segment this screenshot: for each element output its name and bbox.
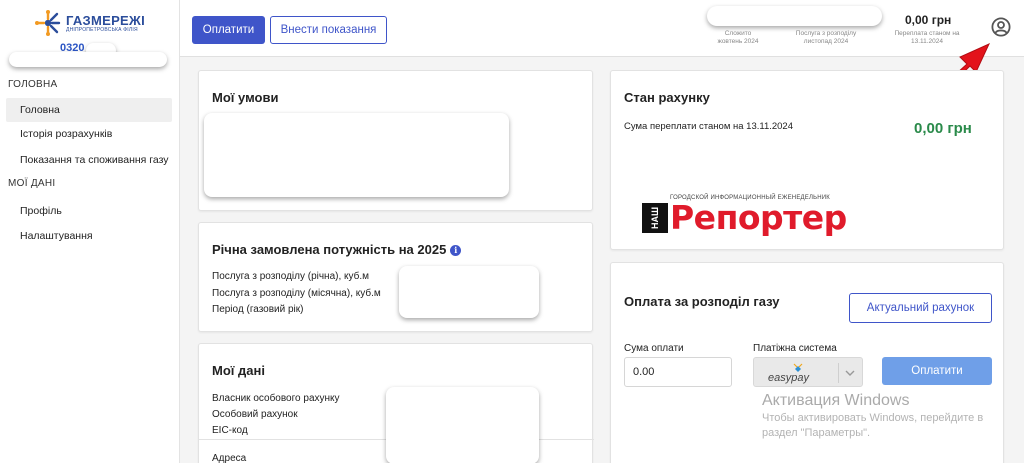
my-data-row: ЕІС-код — [212, 425, 248, 436]
annual-capacity-row: Послуга з розподілу (річна), куб.м — [212, 271, 370, 282]
summary-redaction — [707, 6, 882, 26]
annual-capacity-row: Період (газовий рік) — [212, 304, 304, 315]
sidebar-item-settings[interactable]: Налаштування — [6, 224, 172, 248]
overpayment-amount: 0,00 грн — [905, 13, 952, 27]
payment-system-label: Платіжна система — [753, 343, 837, 354]
my-data-title: Мої дані — [212, 363, 265, 378]
chevron-down-icon — [845, 370, 855, 376]
my-data-row: Власник особового рахунку — [212, 393, 340, 404]
payment-system-select[interactable]: easypay — [753, 357, 863, 387]
overpayment-label: Сума переплати станом на 13.11.2024 — [624, 121, 794, 132]
sidebar-item-meter-readings[interactable]: Показання та споживання газу — [6, 148, 172, 172]
my-data-row: Особовий рахунок — [212, 409, 298, 420]
stat-paid: Сложито жовтень 2024 — [717, 30, 759, 45]
submit-readings-button[interactable]: Внести показання — [270, 16, 387, 44]
sidebar-item-payment-history[interactable]: Історія розрахунків — [6, 122, 172, 146]
my-data-row: Адреса — [212, 453, 247, 463]
select-divider — [838, 363, 839, 383]
gas-network-logo-icon — [35, 10, 61, 36]
my-terms-card: Мої умови — [198, 70, 593, 211]
windows-activation-title: Активация Windows — [762, 392, 910, 409]
annual-capacity-redaction — [399, 266, 539, 318]
sidebar-section-my-data: МОЇ ДАНІ — [8, 178, 56, 189]
annual-capacity-card: Річна замовлена потужність на 2025 i Посл… — [198, 222, 593, 332]
amount-input[interactable]: 0.00 — [624, 357, 732, 387]
easypay-logo-icon: easypay — [768, 363, 810, 384]
reporter-ad-nash: НАШ — [642, 203, 668, 233]
sidebar-section-main: ГОЛОВНА — [8, 79, 58, 90]
my-terms-redaction — [204, 113, 509, 197]
my-data-card: Мої дані Власник особового рахунку Особо… — [198, 343, 594, 463]
account-name-redaction — [9, 52, 167, 67]
sidebar: ГАЗМЕРЕЖІ ДНІПРОПЕТРОВСЬКА ФІЛІЯ 0320 ГО… — [0, 0, 180, 463]
reporter-ad-title: Репортер — [670, 198, 847, 237]
stat-distribution: Послуга з розподілу листопад 2024 — [795, 30, 857, 45]
annual-capacity-row: Послуга з розподілу (місячна), куб.м — [212, 288, 381, 299]
sidebar-item-home[interactable]: Головна — [6, 98, 172, 122]
brand-subtitle: ДНІПРОПЕТРОВСЬКА ФІЛІЯ — [66, 27, 138, 33]
annual-capacity-title: Річна замовлена потужність на 2025 i — [212, 242, 462, 257]
reporter-ad-logo: ГОРОДСКОЙ ИНФОРМАЦИОННЫЙ ЕЖЕНЕДЕЛЬНИК НА… — [642, 195, 862, 243]
sidebar-item-profile[interactable]: Профіль — [6, 199, 172, 223]
easypay-logo-text: easypay — [768, 372, 810, 384]
current-invoice-button[interactable]: Актуальний рахунок — [849, 293, 992, 323]
amount-label: Сума оплати — [624, 343, 684, 354]
windows-activation-text: Чтобы активировать Windows, перейдите в … — [762, 412, 984, 439]
pay-button[interactable]: Оплатити — [192, 16, 265, 44]
brand-logo[interactable]: ГАЗМЕРЕЖІ ДНІПРОПЕТРОВСЬКА ФІЛІЯ — [34, 9, 145, 37]
top-bar: Оплатити Внести показання Сложито жовтен… — [180, 0, 1024, 57]
account-status-title: Стан рахунку — [624, 90, 710, 105]
brand-title: ГАЗМЕРЕЖІ — [66, 13, 145, 28]
info-icon[interactable]: i — [450, 245, 462, 256]
my-terms-title: Мої умови — [212, 90, 279, 105]
submit-payment-button[interactable]: Оплатити — [882, 357, 992, 385]
my-data-redaction — [386, 387, 539, 463]
overpayment-amount-large: 0,00 грн — [914, 120, 972, 137]
payment-title: Оплата за розподіл газу — [624, 294, 780, 309]
user-account-icon[interactable] — [991, 17, 1011, 37]
